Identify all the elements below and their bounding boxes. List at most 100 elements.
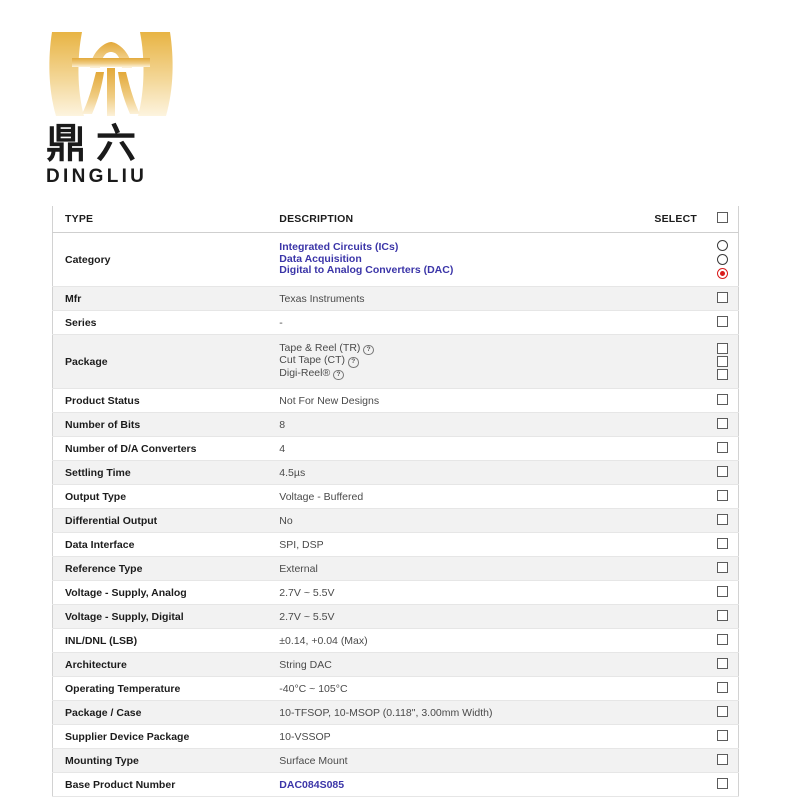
row-select-voltage-supply-digital	[706, 604, 739, 629]
row-value-mfr: Texas Instruments	[279, 286, 707, 311]
row-checkbox-data-interface[interactable]	[716, 537, 728, 549]
row-label-operating-temperature: Operating Temperature	[52, 676, 280, 701]
table-row-voltage-supply-analog: Voltage - Supply, Analog 2.7V ~ 5.5V	[52, 580, 739, 605]
row-select-supplier-device-package	[706, 724, 739, 749]
row-value-reference-type: External	[279, 556, 707, 581]
table-row-differential-output: Differential Output No	[52, 508, 739, 533]
row-select-differential-output	[706, 508, 739, 533]
package-checkbox-1[interactable]	[716, 343, 728, 354]
row-value-data-interface: SPI, DSP	[279, 532, 707, 557]
row-label-inl-dnl: INL/DNL (LSB)	[52, 628, 280, 653]
table-row-architecture: Architecture String DAC	[52, 652, 739, 677]
package-checkbox-2[interactable]	[716, 356, 728, 367]
row-checkbox-settling-time[interactable]	[716, 465, 728, 477]
row-checkbox-operating-temperature[interactable]	[716, 681, 728, 693]
dingliu-gold-emblem-icon	[49, 32, 173, 116]
row-checkbox-number-of-bits[interactable]	[716, 417, 728, 429]
table-row-output-type: Output Type Voltage - Buffered	[52, 484, 739, 509]
row-select-architecture	[706, 652, 739, 677]
row-value-number-of-da-converters: 4	[279, 436, 707, 461]
row-label-architecture: Architecture	[52, 652, 280, 677]
table-row-mfr: Mfr Texas Instruments	[52, 286, 739, 311]
row-select-base-product-number	[706, 772, 739, 797]
package-option-2-label: Cut Tape (CT)	[279, 354, 346, 367]
row-label-product-status: Product Status	[52, 388, 280, 413]
row-select-product-status	[706, 388, 739, 413]
table-row-series: Series -	[52, 310, 739, 335]
row-label-voltage-supply-digital: Voltage - Supply, Digital	[52, 604, 280, 629]
category-link-3[interactable]: Digital to Analog Converters (DAC)	[279, 265, 707, 277]
row-checkbox-mounting-type[interactable]	[716, 753, 728, 765]
row-value-supplier-device-package: 10-VSSOP	[279, 724, 707, 749]
row-select-voltage-supply-analog	[706, 580, 739, 605]
row-value-product-status: Not For New Designs	[279, 388, 707, 413]
row-checkbox-output-type[interactable]	[716, 489, 728, 501]
row-checkbox-reference-type[interactable]	[716, 561, 728, 573]
row-value-category: Integrated Circuits (ICs) Data Acquisiti…	[279, 232, 707, 287]
package-checkbox-group	[707, 343, 738, 380]
row-select-category	[706, 232, 739, 287]
row-value-package-case: 10-TFSOP, 10-MSOP (0.118", 3.00mm Width)	[279, 700, 707, 725]
package-checkbox-3[interactable]	[716, 369, 728, 380]
row-select-settling-time	[706, 460, 739, 485]
table-row-package-case: Package / Case 10-TFSOP, 10-MSOP (0.118"…	[52, 700, 739, 725]
table-row-reference-type: Reference Type External	[52, 556, 739, 581]
table-row-base-product-number: Base Product Number DAC084S085	[52, 772, 739, 797]
column-header-description: DESCRIPTION	[279, 206, 650, 233]
row-checkbox-differential-output[interactable]	[716, 513, 728, 525]
row-checkbox-package-case[interactable]	[716, 705, 728, 717]
category-radio-2[interactable]	[716, 254, 728, 265]
row-label-mounting-type: Mounting Type	[52, 748, 280, 773]
package-option-stack: Tape & Reel (TR)? Cut Tape (CT)? Digi-Re…	[279, 339, 707, 385]
row-select-mfr	[706, 286, 739, 311]
base-product-number-link[interactable]: DAC084S085	[279, 779, 344, 791]
row-value-differential-output: No	[279, 508, 707, 533]
row-label-voltage-supply-analog: Voltage - Supply, Analog	[52, 580, 280, 605]
row-label-output-type: Output Type	[52, 484, 280, 509]
row-select-series	[706, 310, 739, 335]
category-radio-3-selected[interactable]	[716, 268, 728, 279]
row-checkbox-supplier-device-package[interactable]	[716, 729, 728, 741]
row-label-number-of-bits: Number of Bits	[52, 412, 280, 437]
row-checkbox-voltage-supply-digital[interactable]	[716, 609, 728, 621]
row-checkbox-inl-dnl[interactable]	[716, 633, 728, 645]
row-select-data-interface	[706, 532, 739, 557]
row-checkbox-base-product-number[interactable]	[716, 777, 728, 789]
row-select-operating-temperature	[706, 676, 739, 701]
brand-latin-name: DINGLIU	[46, 166, 148, 187]
table-row-data-interface: Data Interface SPI, DSP	[52, 532, 739, 557]
row-label-package: Package	[52, 334, 280, 389]
row-label-package-case: Package / Case	[52, 700, 280, 725]
row-value-base-product-number: DAC084S085	[279, 772, 707, 797]
row-label-number-of-da-converters: Number of D/A Converters	[52, 436, 280, 461]
table-row-number-of-bits: Number of Bits 8	[52, 412, 739, 437]
row-value-settling-time: 4.5µs	[279, 460, 707, 485]
row-label-data-interface: Data Interface	[52, 532, 280, 557]
package-option-3-label: Digi-Reel®	[279, 366, 331, 379]
row-checkbox-architecture[interactable]	[716, 657, 728, 669]
row-checkbox-mfr[interactable]	[716, 291, 728, 303]
select-all-checkbox[interactable]	[716, 212, 728, 223]
category-radio-1[interactable]	[716, 240, 728, 251]
category-link-1[interactable]: Integrated Circuits (ICs)	[279, 241, 707, 254]
page-root: 鼎六 DINGLIU TYPE DESCRIPTION SELECT Categ…	[0, 0, 800, 800]
question-mark-circle-icon-2[interactable]: ?	[348, 357, 359, 368]
table-row-product-status: Product Status Not For New Designs	[52, 388, 739, 413]
row-value-package: Tape & Reel (TR)? Cut Tape (CT)? Digi-Re…	[279, 334, 707, 389]
table-row-supplier-device-package: Supplier Device Package 10-VSSOP	[52, 724, 739, 749]
row-label-supplier-device-package: Supplier Device Package	[52, 724, 280, 749]
row-label-category: Category	[52, 232, 280, 287]
table-header-row: TYPE DESCRIPTION SELECT	[52, 206, 739, 233]
row-checkbox-number-of-da-converters[interactable]	[716, 441, 728, 453]
package-option-1-label: Tape & Reel (TR)	[279, 341, 361, 354]
row-checkbox-product-status[interactable]	[716, 393, 728, 405]
product-attributes-table: TYPE DESCRIPTION SELECT Category Integra…	[52, 206, 739, 797]
question-mark-circle-icon-1[interactable]: ?	[363, 344, 374, 356]
row-value-inl-dnl: ±0.14, +0.04 (Max)	[279, 628, 707, 653]
row-checkbox-voltage-supply-analog[interactable]	[716, 585, 728, 597]
question-mark-circle-icon-3[interactable]: ?	[333, 369, 344, 381]
row-select-number-of-da-converters	[706, 436, 739, 461]
row-checkbox-series[interactable]	[716, 315, 728, 327]
brand-logo: 鼎六 DINGLIU	[46, 28, 246, 188]
row-select-mounting-type	[706, 748, 739, 773]
